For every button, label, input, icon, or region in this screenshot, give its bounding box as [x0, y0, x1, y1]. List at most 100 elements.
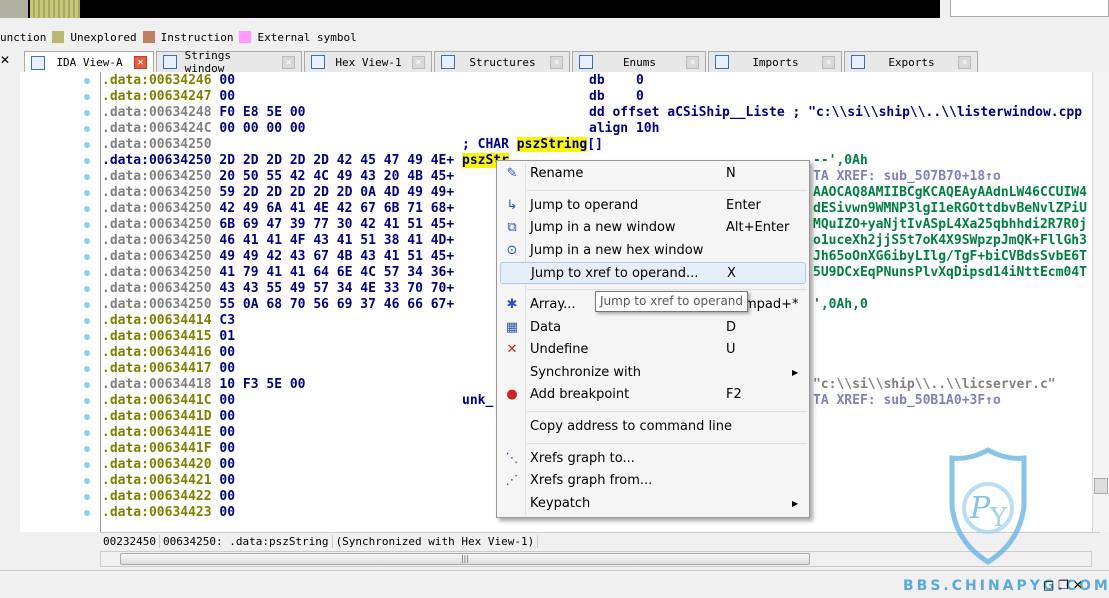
line-comment: "c:\\si\\ship\\..\\licserver.c"	[813, 377, 1056, 392]
code-line[interactable]: .data:00634250 55 0A 68 70 56 69 37 46 6…	[102, 297, 868, 313]
line-address: .data:0063441F	[102, 441, 212, 456]
menu-item-label: Rename	[530, 166, 584, 181]
line-instruction: db 0	[589, 73, 644, 88]
line-instruction: db 0	[589, 89, 644, 104]
tab-close-icon[interactable]: ✕	[411, 55, 425, 69]
svg-text:P: P	[969, 491, 991, 526]
code-line[interactable]: .data:00634250 41 79 41 41 64 6E 4C 57 3…	[102, 265, 1087, 281]
line-comment: MQuIZO+yaNjtIvASpL4Xa25qbhhdi2R7R0j	[813, 217, 1087, 232]
tab-close-icon[interactable]: ✕	[957, 55, 971, 69]
code-line[interactable]: .data:00634248 F0 E8 5E 00 dd offset aCSi…	[102, 105, 1082, 121]
line-bytes: 00 00 00 00	[219, 121, 306, 136]
code-line[interactable]: .data:00634250 42 49 6A 41 4E 42 67 6B 7…	[102, 201, 1087, 217]
menu-item-undefine[interactable]: ✕ Undefine U	[500, 339, 806, 361]
code-line[interactable]: .data:00634421 00	[102, 473, 235, 489]
menu-item-xrefs-graph-to[interactable]: ⋱ Xrefs graph to...	[500, 448, 806, 470]
line-address: .data:00634414	[102, 313, 212, 328]
line-address: .data:00634421	[102, 473, 212, 488]
line-marker-icon	[84, 398, 90, 404]
menu-item-label: Xrefs graph from...	[530, 473, 653, 489]
code-line[interactable]: .data:00634250 49 49 42 43 67 4B 43 41 5…	[102, 249, 1087, 265]
tab-strings-window[interactable]: Strings window ✕	[156, 49, 302, 75]
menu-item-jump-in-a-new-hex-window[interactable]: ⊙ Jump in a new hex window	[500, 240, 806, 262]
menu-item-label: Array...	[530, 297, 576, 312]
tab-close-icon[interactable]: ✕	[549, 55, 563, 69]
code-line[interactable]: .data:00634250 43 43 55 49 57 34 4E 33 7…	[102, 281, 454, 297]
context-menu: ✎ Rename N ↳ Jump to operand Enter ⧉ Jump in a …	[496, 160, 810, 518]
highlighted-name[interactable]: pszString	[516, 137, 588, 152]
menu-item-jump-to-operand[interactable]: ↳ Jump to operand Enter	[500, 195, 806, 217]
code-line[interactable]: .data:00634250 20 50 55 42 4C 49 43 20 4…	[102, 169, 1001, 185]
tab-close-icon[interactable]: ✕	[133, 56, 147, 69]
menu-item-jump-in-a-new-window[interactable]: ⧉ Jump in a new window Alt+Enter	[500, 217, 806, 239]
code-line[interactable]: .data:00634418 10 F3 5E 00 "c:\\si\\ship\…	[102, 377, 1056, 393]
code-line[interactable]: .data:00634417 00	[102, 361, 235, 377]
segment-dropdown[interactable]	[950, 0, 1109, 17]
menu-item-jump-to-xref-to-operand[interactable]: Jump to xref to operand... X	[500, 262, 806, 285]
status-offset: 00232450	[100, 535, 160, 548]
legend-label: Instruction	[160, 30, 234, 44]
code-line[interactable]: .data:0063441D 00	[102, 409, 235, 425]
code-line[interactable]: .data:00634250 ; CHAR pszString[]	[102, 137, 603, 153]
vertical-scrollbar-thumb[interactable]	[1094, 478, 1108, 494]
line-address: .data:00634250	[102, 233, 212, 248]
code-line[interactable]: .data:00634250 6B 69 47 39 77 30 42 41 5…	[102, 217, 1087, 233]
tab-imports[interactable]: Imports ✕	[708, 51, 842, 72]
line-comment: TA XREF: sub_507B70+18↑o	[813, 169, 1001, 184]
menu-item-label: Undefine	[530, 342, 589, 358]
tab-close-icon[interactable]: ✕	[686, 55, 699, 69]
menu-item-add-breakpoint[interactable]: ● Add breakpoint F2	[500, 384, 806, 406]
tab-structures[interactable]: Structures ✕	[434, 51, 570, 72]
line-marker-icon	[84, 174, 90, 180]
menu-item-shortcut: Alt+Enter	[726, 220, 790, 236]
minimize-icon[interactable]: □	[1043, 578, 1054, 592]
menu-item-keypatch[interactable]: Keypatch ▶	[500, 493, 806, 515]
restore-icon[interactable]: ❐	[1058, 578, 1069, 592]
code-line[interactable]: .data:00634247 00 db 0	[102, 89, 644, 105]
menu-item-copy-address-to-command-line[interactable]: Copy address to command line	[500, 416, 806, 438]
tab-label: IDA View-A	[56, 56, 123, 69]
tab-close-icon[interactable]: ✕	[282, 55, 295, 69]
tab-ida-view-a[interactable]: IDA View-A ✕	[24, 51, 154, 73]
code-line[interactable]: .data:00634422 00	[102, 489, 235, 505]
menu-item-data[interactable]: ▦ Data D	[500, 317, 806, 339]
horizontal-scrollbar-thumb[interactable]: |||	[120, 553, 810, 565]
code-line[interactable]: .data:00634416 00	[102, 345, 235, 361]
menu-item-xrefs-graph-from[interactable]: ⋰ Xrefs graph from...	[500, 470, 806, 492]
menu-item-rename[interactable]: ✎ Rename N	[500, 163, 806, 185]
line-marker-icon	[84, 94, 90, 100]
close-icon[interactable]: ✕	[1073, 578, 1083, 592]
tab-exports[interactable]: Exports ✕	[844, 51, 978, 72]
line-bytes: 00	[219, 441, 236, 456]
window-controls[interactable]: □ ❐ ✕	[1043, 578, 1083, 592]
code-line[interactable]: .data:0063441E 00	[102, 425, 235, 441]
close-icon[interactable]: ✕	[0, 53, 14, 69]
line-label: unk_	[462, 393, 493, 409]
code-line[interactable]: .data:0063441F 00	[102, 441, 235, 457]
label-text: ; CHAR	[462, 137, 517, 152]
strings-icon	[163, 55, 177, 69]
code-line[interactable]: .data:00634414 C3	[102, 313, 235, 329]
line-marker-icon	[84, 510, 90, 516]
tab-enums[interactable]: Enums ✕	[572, 51, 706, 72]
code-line[interactable]: .data:00634246 00 db 0	[102, 73, 644, 89]
code-line[interactable]: .data:00634423 00	[102, 505, 235, 521]
menu-item-synchronize-with[interactable]: Synchronize with ▶	[500, 362, 806, 384]
line-marker-icon	[84, 190, 90, 196]
vertical-scrollbar[interactable]	[1092, 72, 1109, 532]
tab-label: Hex View-1	[335, 55, 402, 69]
code-line[interactable]: .data:0063441C 00 unk_ TA XREF: sub_50B1A0…	[102, 393, 1001, 409]
line-bytes: 00	[219, 345, 236, 360]
code-line[interactable]: .data:00634250 46 41 41 4F 43 41 51 38 4…	[102, 233, 1087, 249]
code-line[interactable]: .data:00634420 00	[102, 457, 235, 473]
code-line[interactable]: .data:00634415 01	[102, 329, 235, 345]
tab-close-icon[interactable]: ✕	[821, 55, 835, 69]
line-marker-icon	[84, 78, 90, 84]
code-line[interactable]: .data:0063424C 00 00 00 00 align 10h	[102, 121, 659, 137]
navigation-band-segment	[0, 0, 28, 18]
code-line[interactable]: .data:00634250 2D 2D 2D 2D 2D 42 45 47 4…	[102, 153, 868, 169]
code-line[interactable]: .data:00634250 59 2D 2D 2D 2D 2D 0A 4D 4…	[102, 185, 1087, 201]
menu-item-shortcut: U	[726, 342, 736, 358]
navigation-band[interactable]	[0, 0, 940, 18]
tab-hex-view-1[interactable]: Hex View-1 ✕	[304, 51, 432, 72]
